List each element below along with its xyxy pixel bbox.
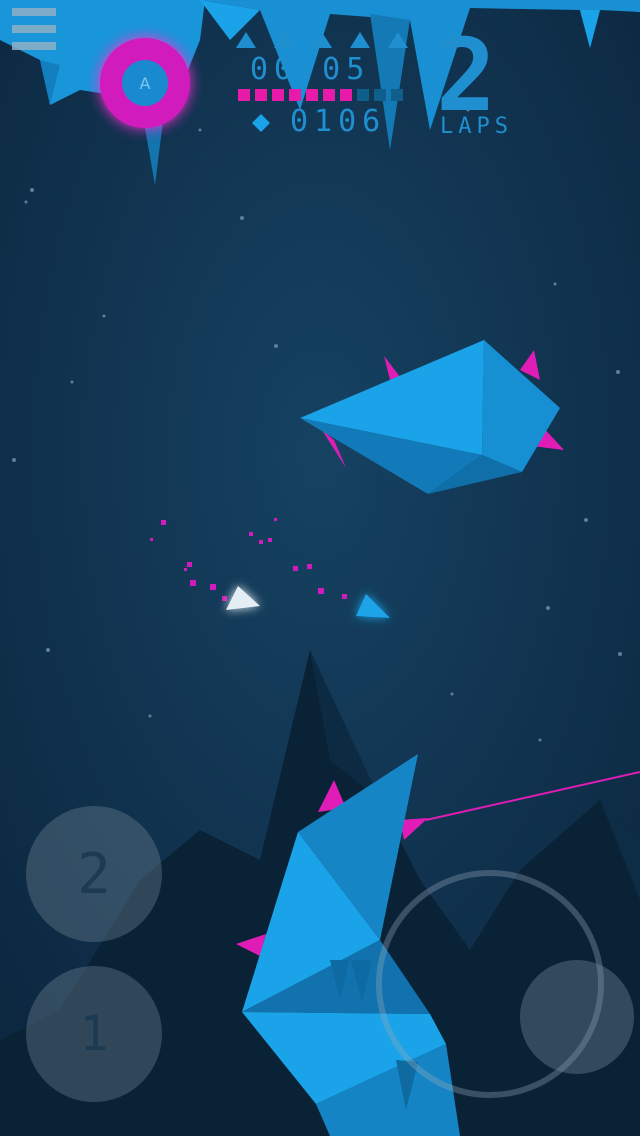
boost-segment (323, 89, 335, 101)
hamburger-menu-icon[interactable] (12, 8, 56, 50)
boost-badge-button[interactable]: A (100, 38, 190, 128)
action-button-1[interactable]: 1 (26, 966, 162, 1102)
laps-count: 2 (436, 17, 497, 134)
laps-label: LAPS (440, 114, 513, 139)
boost-segment (357, 89, 369, 101)
action-button-2[interactable]: 2 (26, 806, 162, 942)
gem-counter: 0106 (290, 104, 387, 139)
boost-segment (272, 89, 284, 101)
boost-segment (391, 89, 403, 101)
race-timer: 00:05 (250, 52, 371, 87)
boost-segment (374, 89, 386, 101)
boost-segment (255, 89, 267, 101)
joystick-knob[interactable] (520, 960, 634, 1074)
boost-segment (289, 89, 301, 101)
boost-segment (340, 89, 352, 101)
boost-segment (306, 89, 318, 101)
boost-badge-letter: A (122, 60, 168, 106)
boost-segment (238, 89, 250, 101)
